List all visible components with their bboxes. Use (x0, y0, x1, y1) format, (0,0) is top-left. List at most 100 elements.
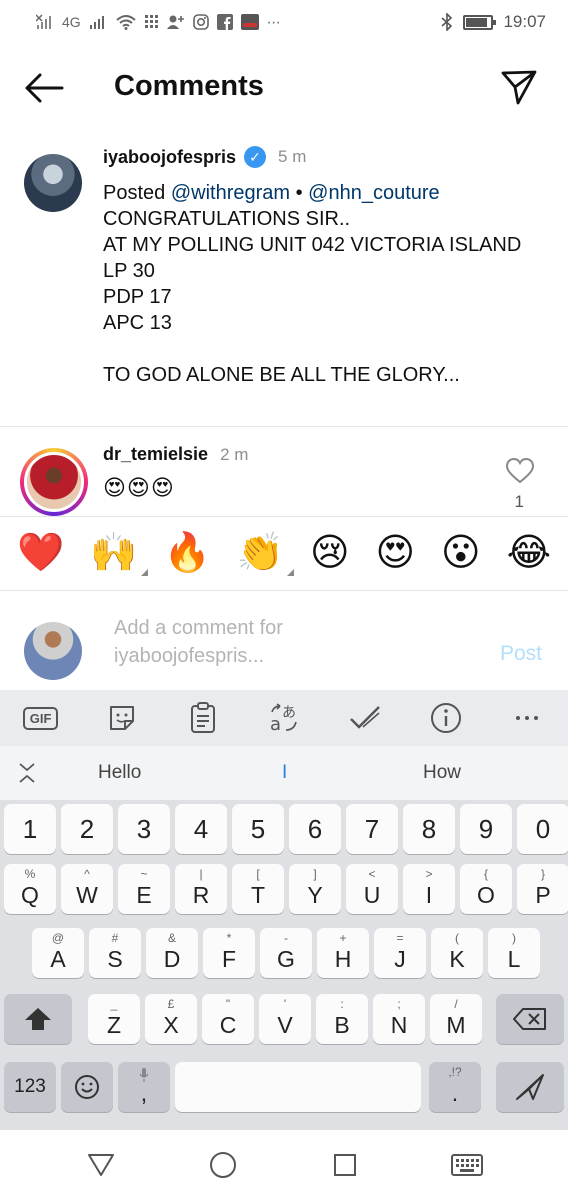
key-8[interactable]: 8 (403, 804, 455, 854)
mention-link[interactable]: @withregram (171, 182, 290, 204)
key-l[interactable]: ) L (488, 928, 540, 978)
key-x[interactable]: £ X (145, 994, 197, 1044)
key-v[interactable]: ' V (259, 994, 311, 1044)
keyboard-switch-icon[interactable] (449, 1147, 485, 1183)
key-3[interactable]: 3 (118, 804, 170, 854)
suggestion-item[interactable]: Hello (98, 762, 141, 784)
emoji-laughing[interactable]: 😂 (507, 534, 551, 572)
key-hint: ( (455, 931, 459, 945)
send-key[interactable] (496, 1062, 564, 1112)
key-o[interactable]: {O (460, 864, 512, 914)
key-1[interactable]: 1 (4, 804, 56, 854)
emoji-crying[interactable]: 😢 (310, 534, 350, 572)
shift-key[interactable] (4, 994, 72, 1044)
space-key[interactable] (175, 1062, 421, 1112)
facebook-icon (216, 14, 233, 30)
key-q[interactable]: % Q (4, 864, 56, 914)
key-hint: = (396, 931, 404, 945)
key-s[interactable]: # S (89, 928, 141, 978)
key-t[interactable]: [T (232, 864, 284, 914)
period-key[interactable]: ,!?. (429, 1062, 481, 1112)
key-y[interactable]: ] Y (289, 864, 341, 914)
post-button[interactable]: Post (500, 642, 542, 666)
recents-nav-icon[interactable] (327, 1147, 363, 1183)
backspace-key[interactable] (496, 994, 564, 1044)
key-hint: ) (512, 931, 516, 945)
wifi-icon (116, 15, 136, 30)
send-icon[interactable] (500, 68, 538, 106)
comment-username[interactable]: dr_temielsie (103, 444, 208, 465)
key-w[interactable]: ^ W (61, 864, 113, 914)
mention-link[interactable]: @nhn_couture (308, 182, 440, 204)
key-0[interactable]: 0 (517, 804, 568, 854)
key-z[interactable]: _ Z (88, 994, 140, 1044)
clipboard-icon[interactable] (183, 700, 223, 736)
bluetooth-icon (441, 13, 453, 31)
key-j[interactable]: = J (374, 928, 426, 978)
emoji-clapping[interactable]: 👏 (237, 534, 295, 576)
key-label: T (250, 881, 266, 908)
like-heart-icon[interactable] (506, 458, 534, 484)
key-e[interactable]: ~ E (118, 864, 170, 914)
key-2[interactable]: 2 (61, 804, 113, 854)
key-7[interactable]: 7 (346, 804, 398, 854)
emoji-surprised[interactable]: 😮 (441, 534, 481, 572)
caption-body-text: CONGRATULATIONS SIR.. AT MY POLLING UNIT… (103, 208, 522, 386)
back-arrow-icon[interactable] (24, 70, 64, 106)
key-p[interactable]: } P (517, 864, 568, 914)
collapse-keyboard-icon[interactable] (18, 762, 36, 784)
home-nav-icon[interactable] (205, 1147, 241, 1183)
emoji-raising-hands[interactable]: 🙌 (90, 534, 148, 576)
suggestion-item[interactable]: How (423, 762, 461, 784)
key-9[interactable]: 9 (460, 804, 512, 854)
key-m[interactable]: / M (430, 994, 482, 1044)
key-g[interactable]: -G (260, 928, 312, 978)
info-icon[interactable] (426, 700, 466, 736)
checkmark-icon[interactable] (345, 700, 385, 736)
avatar[interactable] (24, 154, 82, 212)
key-f[interactable]: * F (203, 928, 255, 978)
suggestion-item[interactable]: I (282, 762, 287, 784)
key-hint: - (284, 931, 288, 945)
emoji-heart-eyes[interactable]: 😍 (376, 534, 416, 572)
key-c[interactable]: " C (202, 994, 254, 1044)
key-label: C (219, 1011, 237, 1038)
symbols-key[interactable]: 123 (4, 1062, 56, 1112)
avatar (24, 622, 82, 680)
gif-button[interactable]: GIF (21, 700, 61, 736)
translate-icon[interactable]: aあ (264, 700, 304, 736)
key-k[interactable]: (K (431, 928, 483, 978)
emoji-fire[interactable]: 🔥 (163, 534, 210, 572)
add-user-icon (166, 15, 184, 29)
status-icons-right: 19:07 (441, 12, 546, 32)
key-u[interactable]: < U (346, 864, 398, 914)
comma-key[interactable]: , (118, 1062, 170, 1112)
comment-time: 2 m (220, 444, 249, 464)
emoji-heart[interactable]: ❤️ (17, 534, 64, 572)
key-h[interactable]: + H (317, 928, 369, 978)
key-b[interactable]: :B (316, 994, 368, 1044)
key-r[interactable]: | R (175, 864, 227, 914)
key-5[interactable]: 5 (232, 804, 284, 854)
caption-username[interactable]: iyaboojofespris (103, 147, 236, 168)
caption-text: Posted @withregram • @nhn_couture CONGRA… (103, 180, 528, 388)
key-label: 4 (193, 813, 209, 844)
key-i[interactable]: > I (403, 864, 455, 914)
key-d[interactable]: & D (146, 928, 198, 978)
comment-input[interactable]: Add a comment for iyaboojofespris... (114, 614, 344, 670)
back-nav-icon[interactable] (83, 1147, 119, 1183)
sticker-icon[interactable] (102, 700, 142, 736)
key-hint: ^ (84, 867, 90, 881)
key-hint: ~ (140, 867, 148, 881)
key-6[interactable]: 6 (289, 804, 341, 854)
key-label: X (163, 1011, 179, 1038)
key-n[interactable]: ; N (373, 994, 425, 1044)
status-bar: 4G ⋯ 19:07 (0, 0, 568, 44)
key-4[interactable]: 4 (175, 804, 227, 854)
more-icon[interactable] (507, 700, 547, 736)
key-a[interactable]: @ A (32, 928, 84, 978)
mic-icon (139, 1068, 149, 1082)
key-hint: } (540, 867, 545, 881)
emoji-key[interactable] (61, 1062, 113, 1112)
avatar[interactable] (24, 452, 84, 512)
